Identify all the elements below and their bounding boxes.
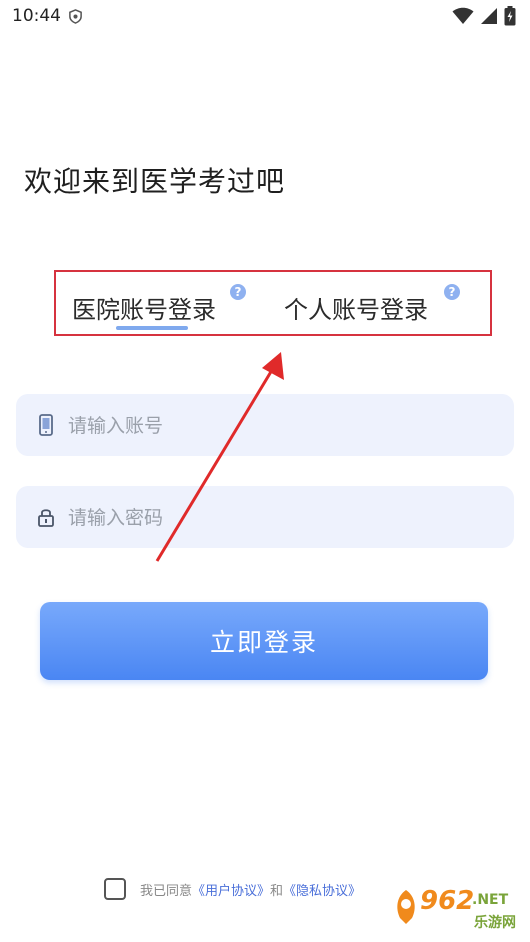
password-input[interactable]	[66, 486, 490, 550]
phone-icon	[39, 414, 53, 436]
signal-icon	[481, 8, 497, 24]
battery-icon	[504, 6, 516, 26]
user-agreement-link[interactable]: 《用户协议》	[192, 880, 270, 899]
help-icon[interactable]: ?	[444, 284, 460, 300]
tab-personal-account[interactable]: 个人账号登录	[284, 290, 428, 325]
password-field[interactable]	[16, 486, 514, 550]
lock-icon	[38, 509, 54, 527]
welcome-title: 欢迎来到医学考过吧	[24, 165, 286, 198]
watermark-number: 962	[420, 886, 475, 916]
login-type-tabs: 医院账号登录 ? 个人账号登录 ?	[54, 270, 492, 336]
account-field[interactable]	[16, 394, 514, 458]
watermark-cn: 乐游网	[474, 915, 516, 931]
privacy-agreement-link[interactable]: 《隐私协议》	[283, 880, 361, 899]
account-input[interactable]	[66, 394, 490, 458]
help-icon[interactable]: ?	[230, 284, 246, 300]
watermark-suffix: .NET	[472, 892, 509, 908]
tab-hospital-account[interactable]: 医院账号登录	[72, 290, 216, 325]
shield-icon	[69, 9, 82, 24]
agreement-row: 我已同意 《用户协议》 和 《隐私协议》	[104, 876, 361, 902]
agree-checkbox[interactable]	[104, 878, 126, 900]
wifi-icon	[452, 7, 474, 24]
login-button[interactable]: 立即登录	[40, 602, 488, 680]
annotation-arrow	[155, 352, 284, 562]
watermark: 962 .NET 乐游网	[392, 886, 526, 938]
system-icons	[452, 6, 516, 26]
status-time: 10:44	[12, 6, 61, 26]
agreement-prefix: 我已同意	[140, 883, 193, 899]
status-bar: 10:44	[0, 0, 530, 34]
active-tab-indicator	[116, 326, 188, 330]
watermark-logo-icon	[397, 890, 415, 924]
agreement-and: 和	[270, 883, 284, 899]
